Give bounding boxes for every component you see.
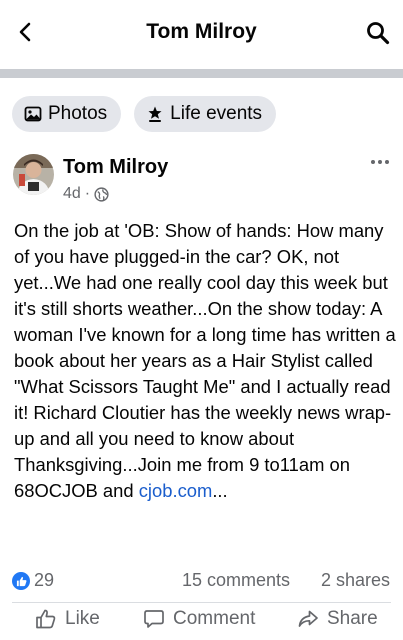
comment-icon (144, 610, 164, 628)
avatar[interactable] (13, 154, 54, 195)
post-body: On the job at 'OB: Show of hands: How ma… (14, 220, 396, 501)
globe-icon (94, 186, 109, 202)
comments-count[interactable]: 15 comments (182, 570, 290, 591)
post-actions-divider (12, 602, 391, 603)
more-dot-icon (385, 160, 389, 164)
post-actions: Like Comment Share (0, 608, 403, 640)
like-label: Like (65, 608, 100, 629)
share-label: Share (327, 608, 378, 629)
star-flag-icon (146, 105, 164, 123)
thumbs-up-icon (36, 609, 56, 629)
like-button[interactable]: Like (35, 608, 100, 630)
share-button[interactable]: Share (297, 608, 378, 630)
meta-separator: · (84, 185, 91, 202)
more-dot-icon (371, 160, 375, 164)
post-link[interactable]: cjob.com (139, 480, 213, 501)
post-text: On the job at 'OB: Show of hands: How ma… (14, 218, 398, 504)
top-bar: Tom Milroy (0, 0, 403, 66)
life-events-chip-label: Life events (170, 103, 263, 124)
post-ellipsis[interactable]: ... (212, 480, 227, 501)
more-dot-icon (378, 160, 382, 164)
share-icon (298, 610, 318, 627)
search-icon (367, 22, 390, 45)
life-events-chip[interactable]: Life events (134, 96, 277, 132)
search-button[interactable] (365, 20, 391, 46)
post-meta: 4d · (63, 185, 109, 203)
page-title: Tom Milroy (146, 20, 257, 43)
post-author[interactable]: Tom Milroy (63, 156, 168, 179)
photos-chip[interactable]: Photos (12, 96, 122, 132)
profile-chips: Photos Life events (12, 96, 277, 132)
post-options-button[interactable] (369, 154, 391, 170)
comment-button[interactable]: Comment (143, 608, 255, 630)
like-reaction-icon[interactable] (12, 572, 30, 590)
comment-label: Comment (173, 608, 256, 629)
photos-icon (24, 105, 42, 123)
section-divider (0, 69, 403, 78)
shares-count[interactable]: 2 shares (321, 570, 390, 591)
photos-chip-label: Photos (48, 103, 108, 124)
post-time[interactable]: 4d (63, 185, 81, 203)
post-stats: 29 15 comments 2 shares (0, 569, 403, 593)
reaction-count[interactable]: 29 (34, 570, 54, 591)
